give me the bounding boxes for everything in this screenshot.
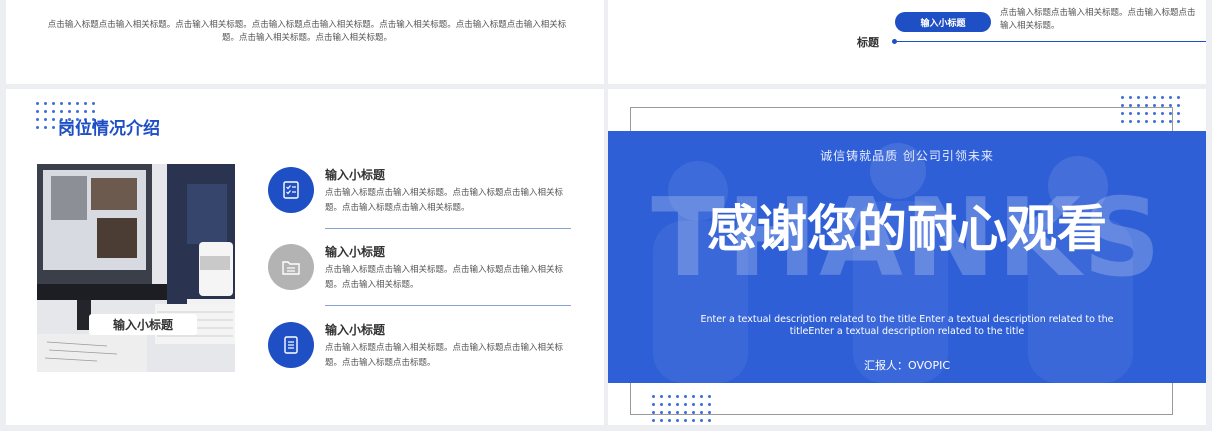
- slide-top-right: 输入小标题 点击输入标题点击输入相关标题。点击输入标题点击输入相关标题。 标题: [608, 0, 1206, 84]
- slide-thanks: THANKS 诚信铸就品质 创公司引领未来 感谢您的耐心观看 Enter a t…: [608, 89, 1206, 425]
- workspace-photo-illustration: [37, 164, 235, 372]
- slide-body-text: 点击输入标题点击输入相关标题。点击输入相关标题。点击输入标题点击输入相关标题。点…: [47, 20, 567, 43]
- item-separator: [325, 228, 571, 229]
- photo-caption: 输入小标题: [89, 314, 197, 335]
- item-separator: [325, 305, 571, 306]
- decor-dots-bottom: [652, 395, 711, 422]
- reporter: 汇报人：OVOPIC: [863, 359, 950, 372]
- item-3-icon-circle: [268, 322, 314, 368]
- item-3-desc: 点击输入标题点击输入相关标题。点击输入标题点击输入相关标题。点击输入标题点击标题…: [325, 343, 564, 368]
- slide-top-left: 点击输入标题点击输入相关标题。点击输入相关标题。点击输入标题点击输入相关标题。点…: [6, 0, 604, 84]
- folder-list-icon: [282, 261, 300, 275]
- decor-dots-top: [1121, 96, 1180, 123]
- thanks-title: 感谢您的耐心观看: [707, 200, 1107, 258]
- item-1-icon-circle: [268, 167, 314, 213]
- item-2-desc: 点击输入标题点击输入相关标题。点击输入标题点击输入相关标题。点击输入相关标题。: [325, 265, 564, 290]
- item-2-title: 输入小标题: [325, 245, 386, 259]
- section-title: 岗位情况介绍: [58, 119, 160, 139]
- item-1-title: 输入小标题: [325, 168, 386, 182]
- slide-position-intro: 岗位情况介绍 输入小标题 输入小标题 点击输入标题点击输入相关标题。点击输入标题…: [6, 89, 604, 425]
- document-icon: [284, 336, 298, 354]
- item-1-desc: 点击输入标题点击输入相关标题。点击输入标题点击输入相关标题。点击输入标题点击输入…: [325, 188, 564, 213]
- checklist-icon: [283, 181, 299, 199]
- description: Enter a textual description related to t…: [700, 314, 1114, 337]
- item-2-icon-circle: [268, 244, 314, 290]
- workspace-photo: 输入小标题: [37, 164, 235, 372]
- slogan: 诚信铸就品质 创公司引领未来: [820, 149, 994, 163]
- item-3-title: 输入小标题: [325, 323, 386, 337]
- blue-banner: THANKS 诚信铸就品质 创公司引领未来 感谢您的耐心观看 Enter a t…: [608, 131, 1206, 383]
- axis-label: 标题: [857, 36, 879, 49]
- slide-body-text: 点击输入标题点击输入相关标题。点击输入标题点击输入相关标题。: [1000, 8, 1196, 31]
- subtitle-pill: 输入小标题: [895, 12, 991, 32]
- axis-line: [897, 41, 1206, 42]
